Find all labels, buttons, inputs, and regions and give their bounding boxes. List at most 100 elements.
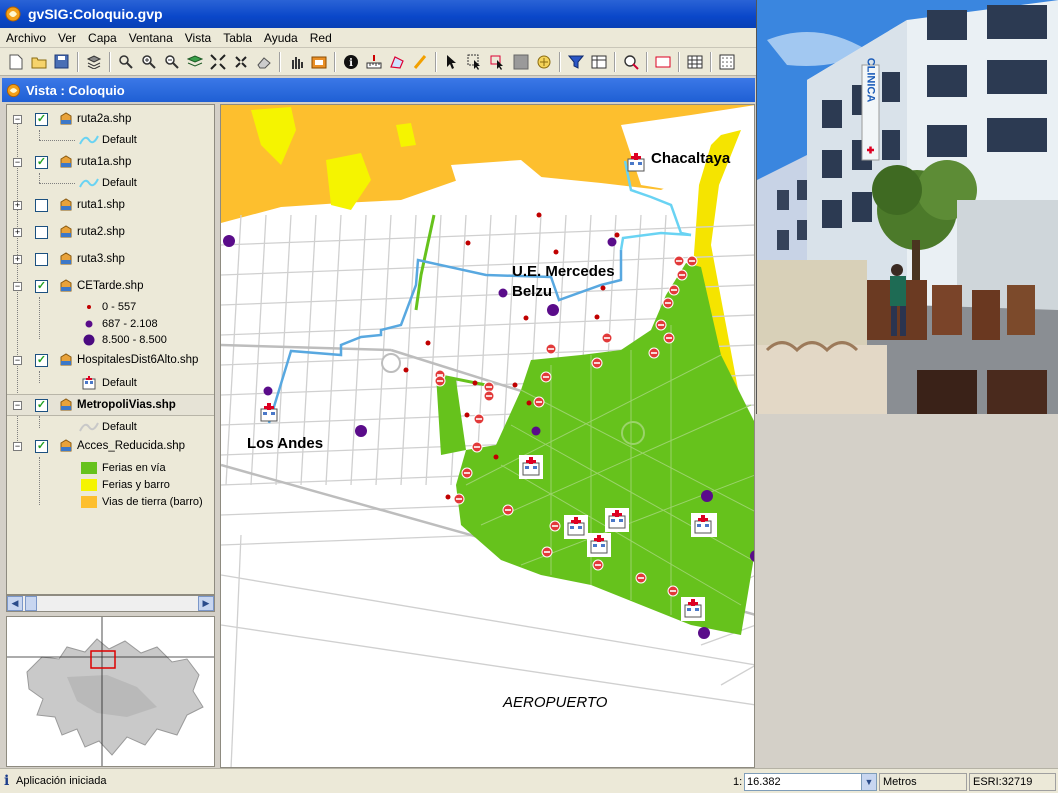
menu-ver[interactable]: Ver — [52, 31, 82, 45]
green-fill-symbol-icon — [79, 461, 99, 475]
expand-toggle[interactable]: + — [13, 200, 22, 210]
toc-horizontal-scrollbar[interactable]: ◀ ▶ — [6, 595, 215, 612]
shapefile-layer-icon — [60, 398, 72, 411]
grid-icon[interactable] — [686, 53, 704, 71]
svg-text:i: i — [349, 58, 353, 69]
toolbar-separator — [678, 51, 679, 72]
select-icon[interactable] — [443, 53, 461, 71]
pan-icon[interactable] — [287, 53, 305, 71]
new-icon[interactable] — [7, 53, 25, 71]
layer-visibility-checkbox[interactable]: ✓ — [35, 398, 48, 412]
graphic-icon[interactable] — [535, 53, 553, 71]
zoom-full-icon[interactable] — [117, 53, 135, 71]
collapse-toggle[interactable]: − — [13, 400, 22, 410]
gvsig-logo-icon — [5, 6, 21, 22]
legend-label: Default — [102, 421, 137, 433]
menu-tabla[interactable]: Tabla — [217, 31, 258, 45]
chevron-down-icon[interactable]: ▼ — [861, 774, 876, 790]
menu-archivo[interactable]: Archivo — [0, 31, 52, 45]
layer-cetarde[interactable]: − ✓ CETarde.shp — [7, 275, 214, 297]
legend-item: Default — [7, 374, 214, 392]
layer-ruta1[interactable]: + ruta1.shp — [7, 194, 214, 216]
layer-visibility-checkbox[interactable] — [35, 225, 48, 239]
scroll-right-icon[interactable]: ▶ — [198, 596, 214, 611]
table-icon[interactable] — [590, 53, 608, 71]
expand-toggle[interactable]: + — [13, 254, 22, 264]
layer-visibility-checkbox[interactable] — [35, 198, 48, 212]
layer-visibility-checkbox[interactable]: ✓ — [35, 112, 48, 126]
hyperlink-icon[interactable] — [411, 53, 429, 71]
zoom-select-icon[interactable] — [232, 53, 250, 71]
info-icon[interactable]: i — [342, 53, 360, 71]
collapse-toggle[interactable]: − — [13, 441, 22, 451]
layer-visibility-checkbox[interactable]: ✓ — [35, 155, 48, 169]
layer-hospitales[interactable]: − ✓ HospitalesDist6Alto.shp — [7, 349, 214, 371]
collapse-toggle[interactable]: − — [13, 355, 22, 365]
legend-item: Default — [7, 418, 214, 436]
shapefile-layer-icon — [60, 155, 72, 168]
legend-label: 0 - 557 — [102, 301, 137, 313]
layer-name: ruta1a.shp — [77, 156, 132, 168]
toolbar-separator — [435, 51, 436, 72]
collapse-toggle[interactable]: − — [13, 114, 22, 124]
erase-icon[interactable] — [255, 53, 273, 71]
collapse-toggle[interactable]: − — [13, 157, 22, 167]
zoom-out-icon[interactable] — [163, 53, 181, 71]
overview-map[interactable] — [6, 616, 215, 767]
units-field: Metros — [879, 773, 967, 791]
collapse-toggle[interactable]: − — [13, 281, 22, 291]
view-title-bar[interactable]: Vista : Coloquio — [2, 78, 755, 102]
menu-ayuda[interactable]: Ayuda — [258, 31, 304, 45]
find-icon[interactable] — [622, 53, 640, 71]
layer-ruta3[interactable]: + ruta3.shp — [7, 248, 214, 270]
menu-ventana[interactable]: Ventana — [123, 31, 179, 45]
purple-dot-symbol-icon — [79, 317, 99, 331]
view-logo-icon — [6, 83, 21, 97]
crs-label: ESRI:32719 — [973, 776, 1033, 788]
layer-visibility-checkbox[interactable]: ✓ — [35, 353, 48, 367]
hospital-symbol-icon — [79, 376, 99, 390]
layer-metropolivias[interactable]: − ✓ MetropoliVias.shp — [7, 394, 214, 416]
menu-capa[interactable]: Capa — [82, 31, 123, 45]
legend-label: 8.500 - 8.500 — [102, 334, 167, 346]
legend-label: 687 - 2.108 — [102, 318, 158, 330]
layer-stack-icon[interactable] — [186, 53, 204, 71]
gray-square-icon[interactable] — [512, 53, 530, 71]
layer-ruta2[interactable]: + ruta2.shp — [7, 221, 214, 243]
select-poly-icon[interactable] — [489, 53, 507, 71]
table-of-contents: − ✓ ruta2a.shp Default − ✓ ruta1a.shp De… — [6, 104, 215, 595]
menu-red[interactable]: Red — [304, 31, 338, 45]
dots-icon[interactable] — [718, 53, 736, 71]
layer-visibility-checkbox[interactable] — [35, 252, 48, 266]
rectangle-icon[interactable] — [654, 53, 672, 71]
layer-ruta2a[interactable]: − ✓ ruta2a.shp — [7, 108, 214, 130]
layer-visibility-checkbox[interactable]: ✓ — [35, 279, 48, 293]
layer-name: ruta3.shp — [77, 253, 125, 265]
crs-field: ESRI:32719 — [969, 773, 1056, 791]
legend-item: 8.500 - 8.500 — [7, 331, 214, 349]
zoom-in-icon[interactable] — [140, 53, 158, 71]
clinic-photo: CLINICA — [756, 0, 1058, 414]
zoom-extent-icon[interactable] — [209, 53, 227, 71]
layer-ruta1a[interactable]: − ✓ ruta1a.shp — [7, 151, 214, 173]
layers-icon[interactable] — [85, 53, 103, 71]
measure-icon[interactable] — [365, 53, 383, 71]
area-icon[interactable] — [388, 53, 406, 71]
scroll-left-icon[interactable]: ◀ — [7, 596, 23, 611]
scroll-thumb[interactable] — [25, 596, 37, 611]
legend-label: Ferias y barro — [102, 479, 170, 491]
menu-vista[interactable]: Vista — [179, 31, 217, 45]
toolbar-separator — [646, 51, 647, 72]
scale-combobox[interactable]: 16.382 ▼ — [744, 773, 877, 791]
view-icon[interactable] — [310, 53, 328, 71]
toolbar-separator — [334, 51, 335, 72]
save-icon[interactable] — [53, 53, 71, 71]
select-rect-icon[interactable] — [466, 53, 484, 71]
layer-acces-reducida[interactable]: − ✓ Acces_Reducida.shp — [7, 435, 214, 457]
expand-toggle[interactable]: + — [13, 227, 22, 237]
layer-visibility-checkbox[interactable]: ✓ — [35, 439, 48, 453]
layer-name: Acces_Reducida.shp — [77, 440, 186, 452]
filter-icon[interactable] — [567, 53, 585, 71]
map-canvas[interactable]: Chacaltaya U.E. Mercedes Belzu Los Andes… — [220, 104, 755, 768]
open-icon[interactable] — [30, 53, 48, 71]
